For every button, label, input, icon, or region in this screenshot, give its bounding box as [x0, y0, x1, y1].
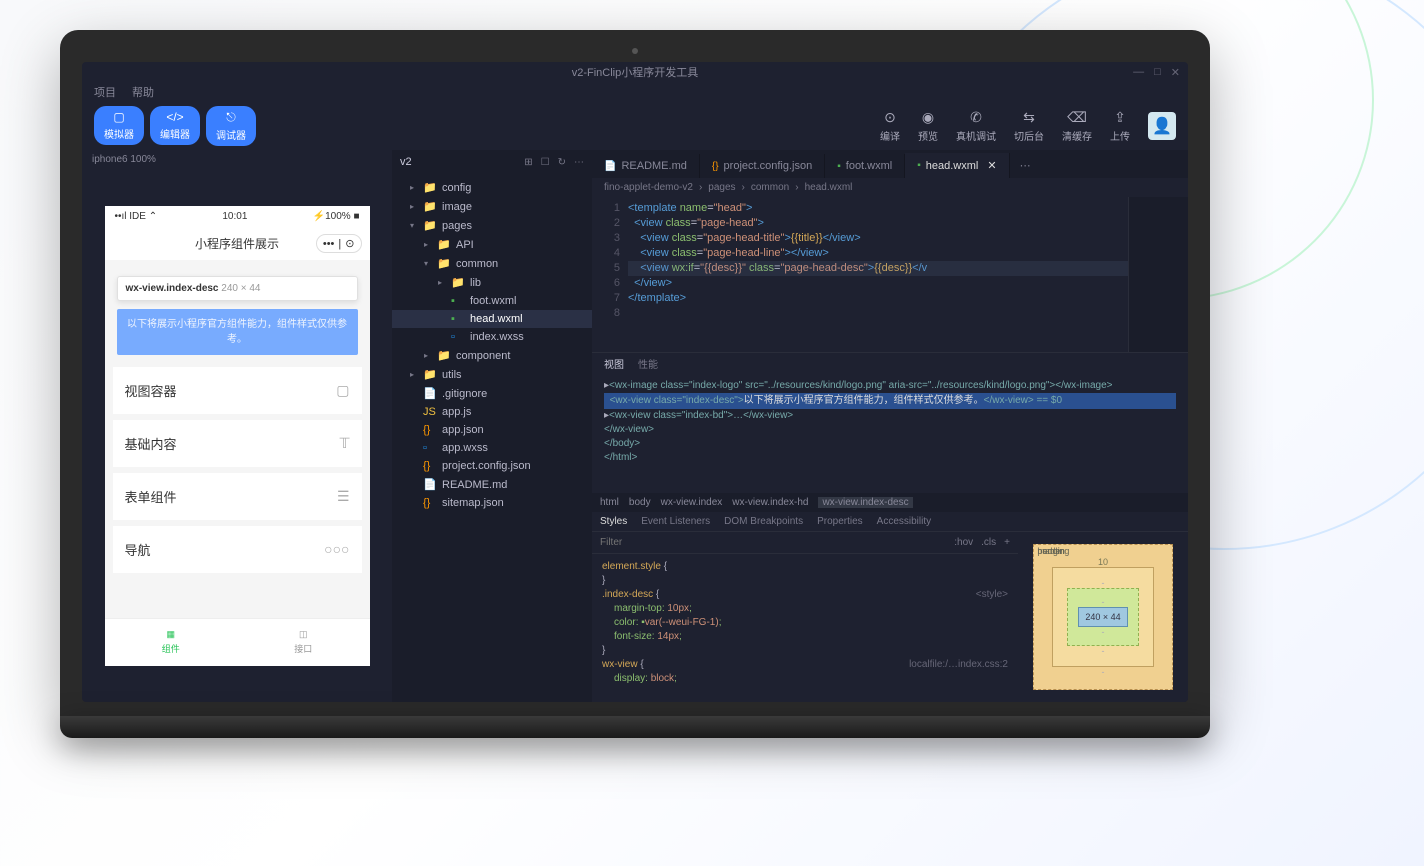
- project-root: v2: [400, 156, 412, 168]
- tree-file-README-md[interactable]: 📄README.md: [392, 475, 592, 494]
- tree-folder-pages[interactable]: ▾📁pages: [392, 216, 592, 235]
- mode-debugger-button[interactable]: ⎋调试器: [206, 106, 256, 146]
- tab-foot-wxml[interactable]: ▪foot.wxml: [825, 154, 905, 178]
- tree-folder-utils[interactable]: ▸📁utils: [392, 365, 592, 384]
- phone-simulator: ••ıl IDE ⌃ 10:01 ⚡100% ■ 小程序组件展示 •••|⊙ w…: [105, 206, 370, 666]
- text-icon: 𝕋: [340, 435, 350, 452]
- simulator-device-label: iphone6 100%: [82, 150, 392, 169]
- close-icon[interactable]: ✕: [987, 159, 996, 172]
- title-bar: v2-FinClip小程序开发工具 — □ ✕: [82, 62, 1188, 82]
- tab-dom-breakpoints[interactable]: DOM Breakpoints: [724, 516, 803, 527]
- menu-bar: 项目 帮助: [82, 82, 1188, 102]
- list-item[interactable]: 导航○○○: [113, 526, 362, 573]
- tree-folder-common[interactable]: ▾📁common: [392, 254, 592, 273]
- tree-file-app-wxss[interactable]: ▫app.wxss: [392, 439, 592, 457]
- tab-api[interactable]: ◫接口: [237, 619, 370, 666]
- user-avatar[interactable]: 👤: [1148, 112, 1176, 140]
- tab-styles[interactable]: Styles: [600, 516, 627, 527]
- compile-button[interactable]: ⊙编译: [880, 109, 900, 143]
- phone-title: 小程序组件展示: [195, 235, 279, 252]
- mode-simulator-button[interactable]: ▢模拟器: [94, 106, 144, 145]
- nav-icon: ○○○: [324, 541, 349, 557]
- devtools: 视图 性能 ▸<wx-image class="index-logo" src=…: [592, 352, 1188, 702]
- phone-status-bar: ••ıl IDE ⌃ 10:01 ⚡100% ■: [105, 206, 370, 228]
- background-button[interactable]: ⇆切后台: [1014, 109, 1044, 143]
- ide-window: v2-FinClip小程序开发工具 — □ ✕ 项目 帮助 ▢模拟器 </>编辑…: [82, 62, 1188, 702]
- tree-file-head-wxml[interactable]: ▪head.wxml: [392, 310, 592, 328]
- dom-breadcrumb[interactable]: html body wx-view.index wx-view.index-hd…: [592, 493, 1188, 512]
- clear-cache-button[interactable]: ⌫清缓存: [1062, 109, 1092, 143]
- breadcrumb[interactable]: fino-applet-demo-v2› pages› common› head…: [592, 178, 1188, 197]
- minimap[interactable]: [1128, 197, 1188, 352]
- upload-button[interactable]: ⇪上传: [1110, 109, 1130, 143]
- tab-readme[interactable]: 📄README.md: [592, 154, 700, 178]
- filter-input[interactable]: [600, 537, 954, 548]
- list-item[interactable]: 基础内容𝕋: [113, 420, 362, 467]
- editor-area: 📄README.md {}project.config.json ▪foot.w…: [592, 150, 1188, 702]
- tab-properties[interactable]: Properties: [817, 516, 863, 527]
- window-controls[interactable]: — □ ✕: [1133, 66, 1180, 79]
- phone-nav-bar: 小程序组件展示 •••|⊙: [105, 228, 370, 260]
- element-inspect-tooltip: wx-view.index-desc 240 × 44: [117, 276, 358, 301]
- phone-capsule[interactable]: •••|⊙: [316, 234, 362, 253]
- container-icon: ▢: [336, 382, 349, 399]
- explorer-actions[interactable]: ⊞ ☐ ↻ ⋯: [524, 157, 584, 168]
- tree-folder-component[interactable]: ▸📁component: [392, 346, 592, 365]
- devtools-top-tabs: 视图 性能: [592, 353, 1188, 373]
- tree-file-foot-wxml[interactable]: ▪foot.wxml: [392, 292, 592, 310]
- tab-accessibility[interactable]: Accessibility: [877, 516, 931, 527]
- window-title: v2-FinClip小程序开发工具: [572, 64, 699, 80]
- laptop-frame: v2-FinClip小程序开发工具 — □ ✕ 项目 帮助 ▢模拟器 </>编辑…: [60, 30, 1210, 738]
- file-tree: ▸📁config▸📁image▾📁pages▸📁API▾📁common▸📁lib…: [392, 174, 592, 702]
- device-debug-button[interactable]: ✆真机调试: [956, 109, 996, 143]
- tab-components[interactable]: ▦组件: [105, 619, 238, 666]
- tabs-overflow[interactable]: ⋯: [1010, 153, 1041, 178]
- styles-tabs: Styles Event Listeners DOM Breakpoints P…: [592, 512, 1188, 532]
- css-rules[interactable]: element.style { } .index-desc { <style> …: [592, 554, 1018, 692]
- code-editor[interactable]: 12345678 <template name="head"> <view cl…: [592, 197, 1188, 352]
- simulator-panel: iphone6 100% ••ıl IDE ⌃ 10:01 ⚡100% ■ 小程…: [82, 150, 392, 702]
- tree-folder-lib[interactable]: ▸📁lib: [392, 273, 592, 292]
- highlighted-element[interactable]: 以下将展示小程序官方组件能力，组件样式仅供参考。: [117, 309, 358, 355]
- tree-file-sitemap-json[interactable]: {}sitemap.json: [392, 494, 592, 512]
- tab-view[interactable]: 视图: [604, 356, 624, 371]
- menu-project[interactable]: 项目: [94, 84, 116, 100]
- tree-file--gitignore[interactable]: 📄.gitignore: [392, 384, 592, 403]
- dom-tree[interactable]: ▸<wx-image class="index-logo" src="../re…: [592, 373, 1188, 493]
- form-icon: ☰: [337, 488, 350, 505]
- tree-file-app-json[interactable]: {}app.json: [392, 421, 592, 439]
- tab-event-listeners[interactable]: Event Listeners: [641, 516, 710, 527]
- tree-folder-config[interactable]: ▸📁config: [392, 178, 592, 197]
- file-explorer: v2 ⊞ ☐ ↻ ⋯ ▸📁config▸📁image▾📁pages▸📁API▾📁…: [392, 150, 592, 702]
- toolbar: ▢模拟器 </>编辑器 ⎋调试器 ⊙编译 ◉预览 ✆真机调试 ⇆切后台 ⌫清缓存…: [82, 102, 1188, 150]
- tab-head-wxml[interactable]: ▪head.wxml✕: [905, 153, 1009, 178]
- tree-file-app-js[interactable]: JSapp.js: [392, 403, 592, 421]
- tree-folder-image[interactable]: ▸📁image: [392, 197, 592, 216]
- tree-file-project-config-json[interactable]: {}project.config.json: [392, 457, 592, 475]
- tree-folder-API[interactable]: ▸📁API: [392, 235, 592, 254]
- menu-help[interactable]: 帮助: [132, 84, 154, 100]
- mode-editor-button[interactable]: </>编辑器: [150, 106, 200, 145]
- box-model: margin10 border- padding- 240 × 44 - - -: [1018, 532, 1188, 702]
- preview-button[interactable]: ◉预览: [918, 109, 938, 143]
- list-item[interactable]: 表单组件☰: [113, 473, 362, 520]
- editor-tabs: 📄README.md {}project.config.json ▪foot.w…: [592, 150, 1188, 178]
- tree-file-index-wxss[interactable]: ▫index.wxss: [392, 328, 592, 346]
- tab-project-config[interactable]: {}project.config.json: [700, 154, 825, 178]
- phone-tab-bar: ▦组件 ◫接口: [105, 618, 370, 666]
- list-item[interactable]: 视图容器▢: [113, 367, 362, 414]
- api-icon: ◫: [299, 629, 308, 640]
- tab-performance[interactable]: 性能: [638, 356, 658, 371]
- grid-icon: ▦: [166, 629, 175, 640]
